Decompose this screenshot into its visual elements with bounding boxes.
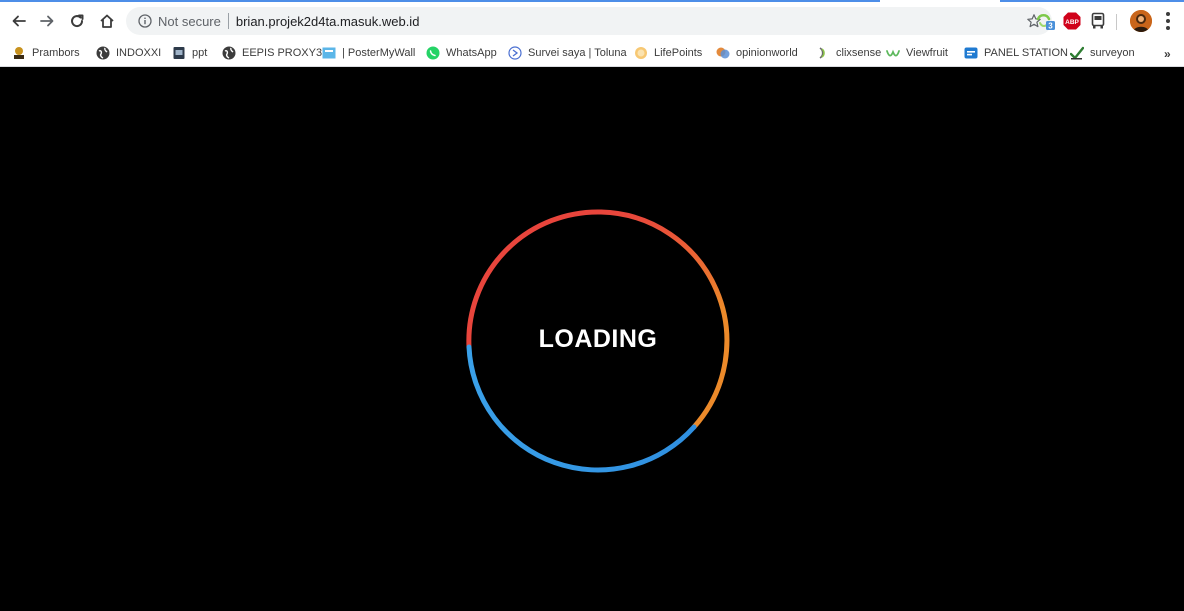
forward-button[interactable] xyxy=(34,8,60,34)
extension-button[interactable]: 3 xyxy=(1035,11,1055,31)
surveyon-icon xyxy=(1070,46,1084,60)
back-arrow-icon xyxy=(12,15,26,27)
bookmark-opinionworld[interactable]: opinionworld xyxy=(716,44,798,62)
info-icon[interactable] xyxy=(138,14,152,28)
bus-icon xyxy=(1091,12,1105,29)
toluna-icon xyxy=(508,46,522,60)
reload-button[interactable] xyxy=(64,8,90,34)
postermywall-icon xyxy=(322,46,336,60)
browser-menu-button[interactable] xyxy=(1160,10,1176,32)
url-text[interactable]: brian.projek2d4ta.masuk.web.id xyxy=(236,14,420,29)
bookmark-label: opinionworld xyxy=(736,47,798,59)
bookmark-label: LifePoints xyxy=(654,47,703,59)
reload-icon xyxy=(71,14,84,28)
panelstation-icon xyxy=(964,46,978,60)
bookmark-label: clixsense xyxy=(836,47,882,59)
security-status[interactable]: Not secure xyxy=(158,14,221,29)
bookmark-label: EEPIS PROXY3 xyxy=(242,47,323,59)
bookmark-prambors[interactable]: Prambors xyxy=(12,44,80,62)
ring-arc-blue xyxy=(466,344,697,473)
clixsense-icon xyxy=(816,46,830,60)
bookmark-ppt[interactable]: ppt xyxy=(172,44,207,62)
slides-icon xyxy=(172,46,186,60)
page-content: LOADING xyxy=(0,67,1184,611)
adblock-label: ABP xyxy=(1065,19,1079,26)
home-icon xyxy=(100,14,114,28)
bookmark-surveyon[interactable]: surveyon xyxy=(1070,44,1135,62)
bookmark-toluna[interactable]: Survei saya | Toluna xyxy=(508,44,627,62)
menu-dot-icon xyxy=(1166,26,1170,30)
bookmarks-overflow-button[interactable]: » xyxy=(1164,47,1171,61)
browser-toolbar: Not secure brian.projek2d4ta.masuk.web.i… xyxy=(0,2,1184,40)
adblock-icon: ABP xyxy=(1063,12,1081,30)
bookmark-label: surveyon xyxy=(1090,47,1135,59)
extension-badge: 3 xyxy=(1048,22,1053,31)
bookmark-postermywall[interactable]: | PosterMyWall xyxy=(322,44,415,62)
whatsapp-icon xyxy=(426,46,440,60)
bookmark-label: ppt xyxy=(192,47,208,59)
bookmark-label: Viewfruit xyxy=(906,47,948,59)
bookmark-label: INDOXXI xyxy=(116,47,162,59)
globe-icon xyxy=(96,46,110,60)
opinionworld-icon xyxy=(716,46,730,60)
browser-chrome: Not secure brian.projek2d4ta.masuk.web.i… xyxy=(0,0,1184,67)
extension-swirl-icon: 3 xyxy=(1036,14,1055,31)
bookmark-viewfruit[interactable]: Viewfruit xyxy=(886,44,948,62)
bookmark-label: Survei saya | Toluna xyxy=(528,47,627,59)
avatar-image xyxy=(1130,10,1152,32)
bookmark-eepis-proxy3[interactable]: EEPIS PROXY3 xyxy=(222,44,322,62)
bookmarks-bar: Prambors INDOXXI ppt EEPIS PROXY3 | Post… xyxy=(0,40,1184,67)
adblock-button[interactable]: ABP xyxy=(1062,11,1082,31)
loading-text: LOADING xyxy=(538,325,658,353)
menu-dot-icon xyxy=(1166,12,1170,16)
bookmark-label: WhatsApp xyxy=(446,47,497,59)
toolbar-separator xyxy=(1116,14,1117,30)
bookmark-label: Prambors xyxy=(32,47,80,59)
address-separator xyxy=(227,13,229,29)
address-bar[interactable]: Not secure brian.projek2d4ta.masuk.web.i… xyxy=(126,7,1052,35)
globe-icon xyxy=(222,46,236,60)
home-button[interactable] xyxy=(94,8,120,34)
profile-avatar[interactable] xyxy=(1130,10,1152,32)
bus-extension-button[interactable] xyxy=(1088,11,1108,31)
bookmark-whatsapp[interactable]: WhatsApp xyxy=(426,44,497,62)
bookmark-label: PANEL STATION xyxy=(984,47,1068,59)
viewfruit-icon xyxy=(886,46,900,60)
prambors-icon xyxy=(12,46,26,60)
bookmark-label: | PosterMyWall xyxy=(342,47,416,59)
lifepoints-icon xyxy=(634,46,648,60)
bookmark-indoxxi[interactable]: INDOXXI xyxy=(96,44,161,62)
menu-dot-icon xyxy=(1166,19,1170,23)
forward-arrow-icon xyxy=(40,15,54,27)
ring-arc-orange xyxy=(598,209,730,430)
bookmark-panel-station[interactable]: PANEL STATION xyxy=(964,44,1068,62)
back-button[interactable] xyxy=(6,8,32,34)
bookmark-lifepoints[interactable]: LifePoints xyxy=(634,44,702,62)
bookmark-clixsense[interactable]: clixsense xyxy=(816,44,881,62)
